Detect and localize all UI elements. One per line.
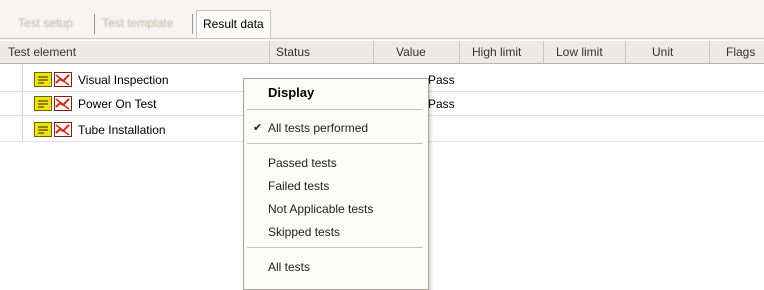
column-header-low-limit[interactable]: Low limit	[544, 41, 626, 63]
display-context-menu: Display ✔ All tests performed Passed tes…	[243, 78, 429, 290]
menu-separator	[247, 109, 423, 110]
menu-item-passed-tests[interactable]: Passed tests	[244, 152, 428, 174]
menu-item-all-tests[interactable]: All tests	[244, 256, 428, 278]
tab-separator	[94, 14, 95, 34]
tab-test-template[interactable]: Test template	[102, 12, 173, 36]
menu-item-failed-tests[interactable]: Failed tests	[244, 175, 428, 197]
column-header-value[interactable]: Value	[374, 41, 460, 63]
test-element-name: Tube Installation	[78, 123, 166, 137]
tab-baseline	[0, 38, 764, 39]
test-value: Pass	[428, 73, 455, 87]
column-header-unit[interactable]: Unit	[626, 41, 710, 63]
tab-test-setup[interactable]: Test setup	[18, 12, 73, 36]
test-status-icon	[34, 96, 74, 111]
test-value: Pass	[428, 97, 455, 111]
test-element-name: Visual Inspection	[78, 73, 169, 87]
column-header-high-limit[interactable]: High limit	[460, 41, 544, 63]
menu-item-all-tests-performed[interactable]: ✔ All tests performed	[244, 117, 428, 139]
menu-item-skipped-tests[interactable]: Skipped tests	[244, 221, 428, 243]
test-status-icon	[34, 122, 74, 137]
test-status-icon	[34, 72, 74, 87]
table-header: Test element Status Value High limit Low…	[0, 41, 764, 64]
tab-result-data[interactable]: Result data	[196, 10, 271, 39]
column-header-status[interactable]: Status	[270, 41, 374, 63]
column-header-flags[interactable]: Flags	[710, 41, 764, 63]
tab-strip: Test setup Test template Result data	[0, 0, 764, 40]
checkmark-icon: ✔	[253, 122, 263, 134]
column-header-test-element[interactable]: Test element	[0, 41, 270, 63]
menu-separator	[247, 143, 423, 144]
menu-item-not-applicable-tests[interactable]: Not Applicable tests	[244, 198, 428, 220]
menu-title: Display	[268, 85, 315, 100]
tab-separator	[192, 14, 193, 34]
menu-separator	[247, 247, 423, 248]
test-element-name: Power On Test	[78, 97, 157, 111]
